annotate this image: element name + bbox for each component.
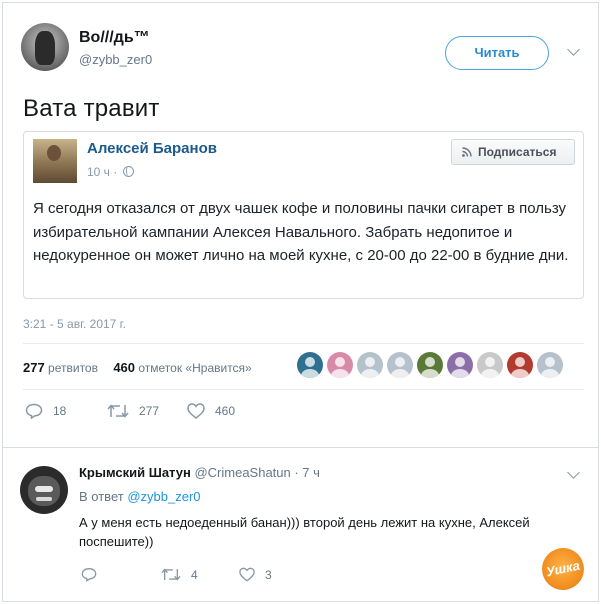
reply-count: 18 xyxy=(53,404,67,418)
reply-tweet[interactable]: Крымский Шатун @CrimeaShatun · 7 ч В отв… xyxy=(3,455,598,601)
reply-like-count: 3 xyxy=(265,567,272,582)
subscribe-button[interactable]: Подписаться xyxy=(451,139,575,165)
reply-reply-action[interactable] xyxy=(81,567,107,582)
heart-icon xyxy=(187,403,205,419)
embedded-facebook-post[interactable]: Алексей Баранов 10 ч · Подписаться Я сег… xyxy=(23,131,584,299)
divider xyxy=(23,343,584,344)
reply-context-handle[interactable]: @zybb_zer0 xyxy=(127,489,200,504)
retweet-icon xyxy=(107,404,129,418)
reply-icon xyxy=(81,568,97,582)
reply-retweet-count: 4 xyxy=(191,567,198,582)
liker-avatar[interactable] xyxy=(447,352,473,378)
likes-label[interactable]: отметок «Нравится» xyxy=(138,361,251,375)
reply-retweet-action[interactable]: 4 xyxy=(161,567,198,582)
tweet-card: Во///дь™ @zybb_zer0 Читать Вата травит А… xyxy=(2,2,599,602)
likes-count[interactable]: 460 xyxy=(113,360,135,375)
liker-avatar[interactable] xyxy=(507,352,533,378)
retweet-icon xyxy=(161,568,181,581)
reply-more-chevron-icon[interactable] xyxy=(567,466,580,479)
reply-handle-time[interactable]: @CrimeaShatun · 7 ч xyxy=(194,465,319,480)
quote-body-text: Я сегодня отказался от двух чашек кофе и… xyxy=(33,200,569,264)
liker-avatar[interactable] xyxy=(357,352,383,378)
engagement-stats: 277 ретвитов 460 отметок «Нравится» xyxy=(23,360,252,375)
retweet-count: 277 xyxy=(139,404,160,418)
rss-icon xyxy=(462,147,472,157)
liker-avatar[interactable] xyxy=(387,352,413,378)
quote-time: 10 ч · xyxy=(87,165,118,179)
reply-icon xyxy=(25,403,43,419)
retweets-count[interactable]: 277 xyxy=(23,360,45,375)
tweet-timestamp[interactable]: 3:21 - 5 авг. 2017 г. xyxy=(23,317,126,331)
retweet-action[interactable]: 277 xyxy=(107,403,159,419)
divider xyxy=(23,389,584,390)
reply-context-prefix: В ответ xyxy=(79,489,124,504)
quote-author-name[interactable]: Алексей Баранов xyxy=(87,140,217,157)
author-avatar[interactable] xyxy=(21,23,69,71)
reply-author-name[interactable]: Крымский Шатун xyxy=(79,465,191,480)
more-options-chevron-icon[interactable] xyxy=(567,43,580,56)
globe-icon xyxy=(123,166,134,177)
liker-avatar[interactable] xyxy=(477,352,503,378)
heart-icon xyxy=(239,567,255,582)
reply-author-avatar[interactable] xyxy=(20,466,68,514)
reply-header: Крымский Шатун @CrimeaShatun · 7 ч xyxy=(79,465,320,480)
liker-avatar[interactable] xyxy=(417,352,443,378)
reply-text: А у меня есть недоеденный банан))) второ… xyxy=(79,515,530,549)
reply-actions: 4 3 xyxy=(81,567,381,585)
like-count: 460 xyxy=(215,404,236,418)
author-display-name[interactable]: Во///дь™ xyxy=(79,29,150,47)
section-divider xyxy=(3,447,598,448)
liker-avatar[interactable] xyxy=(297,352,323,378)
reply-context: В ответ @zybb_zer0 xyxy=(79,489,201,504)
quote-author-avatar[interactable] xyxy=(33,139,77,183)
likers-avatar-list xyxy=(297,352,563,380)
retweets-label[interactable]: ретвитов xyxy=(48,361,98,375)
follow-button[interactable]: Читать xyxy=(445,36,549,70)
liker-avatar[interactable] xyxy=(537,352,563,378)
reply-like-action[interactable]: 3 xyxy=(239,567,272,582)
tweet-text: Вата травит xyxy=(23,95,160,122)
tweet-actions: 18 277 460 xyxy=(25,403,325,423)
like-action[interactable]: 460 xyxy=(187,403,235,419)
liker-avatar[interactable] xyxy=(327,352,353,378)
author-handle[interactable]: @zybb_zer0 xyxy=(79,52,152,67)
reply-action[interactable]: 18 xyxy=(25,403,66,419)
subscribe-label: Подписаться xyxy=(478,145,557,159)
